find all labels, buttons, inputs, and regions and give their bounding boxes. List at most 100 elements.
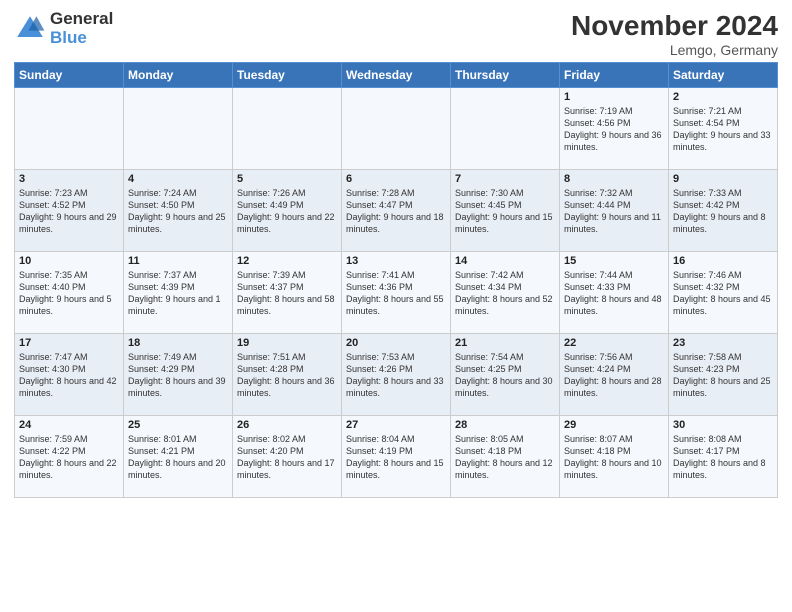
calendar-cell: 20 Sunrise: 7:53 AM Sunset: 4:26 PM Dayli… — [342, 334, 451, 416]
header-day: Sunday — [15, 63, 124, 88]
calendar-cell: 15 Sunrise: 7:44 AM Sunset: 4:33 PM Dayli… — [560, 252, 669, 334]
day-number: 10 — [19, 255, 119, 267]
day-info: Sunrise: 7:46 AM Sunset: 4:32 PM Dayligh… — [673, 269, 773, 318]
calendar-table: SundayMondayTuesdayWednesdayThursdayFrid… — [14, 62, 778, 498]
calendar-cell: 9 Sunrise: 7:33 AM Sunset: 4:42 PM Daylig… — [669, 170, 778, 252]
calendar-cell — [451, 88, 560, 170]
day-number: 26 — [237, 419, 337, 431]
day-info: Sunrise: 7:49 AM Sunset: 4:29 PM Dayligh… — [128, 351, 228, 400]
calendar-week-row: 24 Sunrise: 7:59 AM Sunset: 4:22 PM Dayli… — [15, 416, 778, 498]
calendar-week-row: 10 Sunrise: 7:35 AM Sunset: 4:40 PM Dayli… — [15, 252, 778, 334]
day-info: Sunrise: 8:01 AM Sunset: 4:21 PM Dayligh… — [128, 433, 228, 482]
day-info: Sunrise: 7:24 AM Sunset: 4:50 PM Dayligh… — [128, 187, 228, 236]
day-info: Sunrise: 7:37 AM Sunset: 4:39 PM Dayligh… — [128, 269, 228, 318]
location: Lemgo, Germany — [571, 42, 778, 58]
day-number: 16 — [673, 255, 773, 267]
calendar-cell: 29 Sunrise: 8:07 AM Sunset: 4:18 PM Dayli… — [560, 416, 669, 498]
day-info: Sunrise: 7:53 AM Sunset: 4:26 PM Dayligh… — [346, 351, 446, 400]
day-number: 25 — [128, 419, 228, 431]
day-number: 8 — [564, 173, 664, 185]
day-number: 1 — [564, 91, 664, 103]
calendar-cell: 4Sunrise: 7:24 AM Sunset: 4:50 PM Daylig… — [124, 170, 233, 252]
day-number: 19 — [237, 337, 337, 349]
calendar-cell: 16 Sunrise: 7:46 AM Sunset: 4:32 PM Dayli… — [669, 252, 778, 334]
day-number: 12 — [237, 255, 337, 267]
calendar-cell: 28Sunrise: 8:05 AM Sunset: 4:18 PM Dayli… — [451, 416, 560, 498]
day-info: Sunrise: 7:47 AM Sunset: 4:30 PM Dayligh… — [19, 351, 119, 400]
calendar-cell: 23 Sunrise: 7:58 AM Sunset: 4:23 PM Dayli… — [669, 334, 778, 416]
header-day: Saturday — [669, 63, 778, 88]
day-number: 7 — [455, 173, 555, 185]
day-number: 24 — [19, 419, 119, 431]
day-info: Sunrise: 7:59 AM Sunset: 4:22 PM Dayligh… — [19, 433, 119, 482]
day-info: Sunrise: 7:41 AM Sunset: 4:36 PM Dayligh… — [346, 269, 446, 318]
header-day: Friday — [560, 63, 669, 88]
calendar-cell — [124, 88, 233, 170]
calendar-cell: 18Sunrise: 7:49 AM Sunset: 4:29 PM Dayli… — [124, 334, 233, 416]
calendar-cell: 24 Sunrise: 7:59 AM Sunset: 4:22 PM Dayli… — [15, 416, 124, 498]
day-number: 29 — [564, 419, 664, 431]
calendar-cell: 25 Sunrise: 8:01 AM Sunset: 4:21 PM Dayli… — [124, 416, 233, 498]
day-number: 21 — [455, 337, 555, 349]
day-info: Sunrise: 8:07 AM Sunset: 4:18 PM Dayligh… — [564, 433, 664, 482]
day-info: Sunrise: 8:02 AM Sunset: 4:20 PM Dayligh… — [237, 433, 337, 482]
day-info: Sunrise: 7:26 AM Sunset: 4:49 PM Dayligh… — [237, 187, 337, 236]
day-number: 5 — [237, 173, 337, 185]
calendar-cell: 26 Sunrise: 8:02 AM Sunset: 4:20 PM Dayli… — [233, 416, 342, 498]
header: General Blue November 2024 Lemgo, German… — [14, 10, 778, 58]
calendar-cell: 30 Sunrise: 8:08 AM Sunset: 4:17 PM Dayli… — [669, 416, 778, 498]
logo-icon — [14, 13, 46, 45]
calendar-cell — [342, 88, 451, 170]
calendar-week-row: 1 Sunrise: 7:19 AM Sunset: 4:56 PM Daylig… — [15, 88, 778, 170]
calendar-header: SundayMondayTuesdayWednesdayThursdayFrid… — [15, 63, 778, 88]
day-number: 17 — [19, 337, 119, 349]
day-number: 20 — [346, 337, 446, 349]
day-info: Sunrise: 7:30 AM Sunset: 4:45 PM Dayligh… — [455, 187, 555, 236]
title-block: November 2024 Lemgo, Germany — [571, 10, 778, 58]
day-number: 11 — [128, 255, 228, 267]
day-number: 14 — [455, 255, 555, 267]
day-number: 3 — [19, 173, 119, 185]
day-info: Sunrise: 7:44 AM Sunset: 4:33 PM Dayligh… — [564, 269, 664, 318]
day-number: 23 — [673, 337, 773, 349]
calendar-cell — [15, 88, 124, 170]
logo-line1: General — [50, 10, 113, 29]
day-number: 22 — [564, 337, 664, 349]
calendar-cell: 22 Sunrise: 7:56 AM Sunset: 4:24 PM Dayli… — [560, 334, 669, 416]
calendar-cell: 17 Sunrise: 7:47 AM Sunset: 4:30 PM Dayli… — [15, 334, 124, 416]
day-info: Sunrise: 8:05 AM Sunset: 4:18 PM Dayligh… — [455, 433, 555, 482]
day-info: Sunrise: 7:54 AM Sunset: 4:25 PM Dayligh… — [455, 351, 555, 400]
calendar-cell: 11 Sunrise: 7:37 AM Sunset: 4:39 PM Dayli… — [124, 252, 233, 334]
day-number: 9 — [673, 173, 773, 185]
header-day: Wednesday — [342, 63, 451, 88]
calendar-week-row: 3 Sunrise: 7:23 AM Sunset: 4:52 PM Daylig… — [15, 170, 778, 252]
day-number: 27 — [346, 419, 446, 431]
day-info: Sunrise: 7:35 AM Sunset: 4:40 PM Dayligh… — [19, 269, 119, 318]
day-info: Sunrise: 7:21 AM Sunset: 4:54 PM Dayligh… — [673, 105, 773, 154]
day-number: 30 — [673, 419, 773, 431]
day-info: Sunrise: 7:33 AM Sunset: 4:42 PM Dayligh… — [673, 187, 773, 236]
calendar-cell: 14 Sunrise: 7:42 AM Sunset: 4:34 PM Dayli… — [451, 252, 560, 334]
day-info: Sunrise: 7:56 AM Sunset: 4:24 PM Dayligh… — [564, 351, 664, 400]
day-info: Sunrise: 8:08 AM Sunset: 4:17 PM Dayligh… — [673, 433, 773, 482]
header-day: Tuesday — [233, 63, 342, 88]
day-info: Sunrise: 7:51 AM Sunset: 4:28 PM Dayligh… — [237, 351, 337, 400]
calendar-week-row: 17 Sunrise: 7:47 AM Sunset: 4:30 PM Dayli… — [15, 334, 778, 416]
logo: General Blue — [14, 10, 113, 47]
calendar-cell — [233, 88, 342, 170]
day-info: Sunrise: 8:04 AM Sunset: 4:19 PM Dayligh… — [346, 433, 446, 482]
calendar-cell: 8Sunrise: 7:32 AM Sunset: 4:44 PM Daylig… — [560, 170, 669, 252]
day-number: 15 — [564, 255, 664, 267]
day-info: Sunrise: 7:23 AM Sunset: 4:52 PM Dayligh… — [19, 187, 119, 236]
month-title: November 2024 — [571, 10, 778, 42]
calendar-cell: 5 Sunrise: 7:26 AM Sunset: 4:49 PM Daylig… — [233, 170, 342, 252]
day-info: Sunrise: 7:39 AM Sunset: 4:37 PM Dayligh… — [237, 269, 337, 318]
logo-line2: Blue — [50, 29, 113, 48]
day-info: Sunrise: 7:42 AM Sunset: 4:34 PM Dayligh… — [455, 269, 555, 318]
calendar-cell: 1 Sunrise: 7:19 AM Sunset: 4:56 PM Daylig… — [560, 88, 669, 170]
day-info: Sunrise: 7:19 AM Sunset: 4:56 PM Dayligh… — [564, 105, 664, 154]
header-day: Thursday — [451, 63, 560, 88]
day-info: Sunrise: 7:58 AM Sunset: 4:23 PM Dayligh… — [673, 351, 773, 400]
calendar-body: 1 Sunrise: 7:19 AM Sunset: 4:56 PM Daylig… — [15, 88, 778, 498]
calendar-cell: 21 Sunrise: 7:54 AM Sunset: 4:25 PM Dayli… — [451, 334, 560, 416]
